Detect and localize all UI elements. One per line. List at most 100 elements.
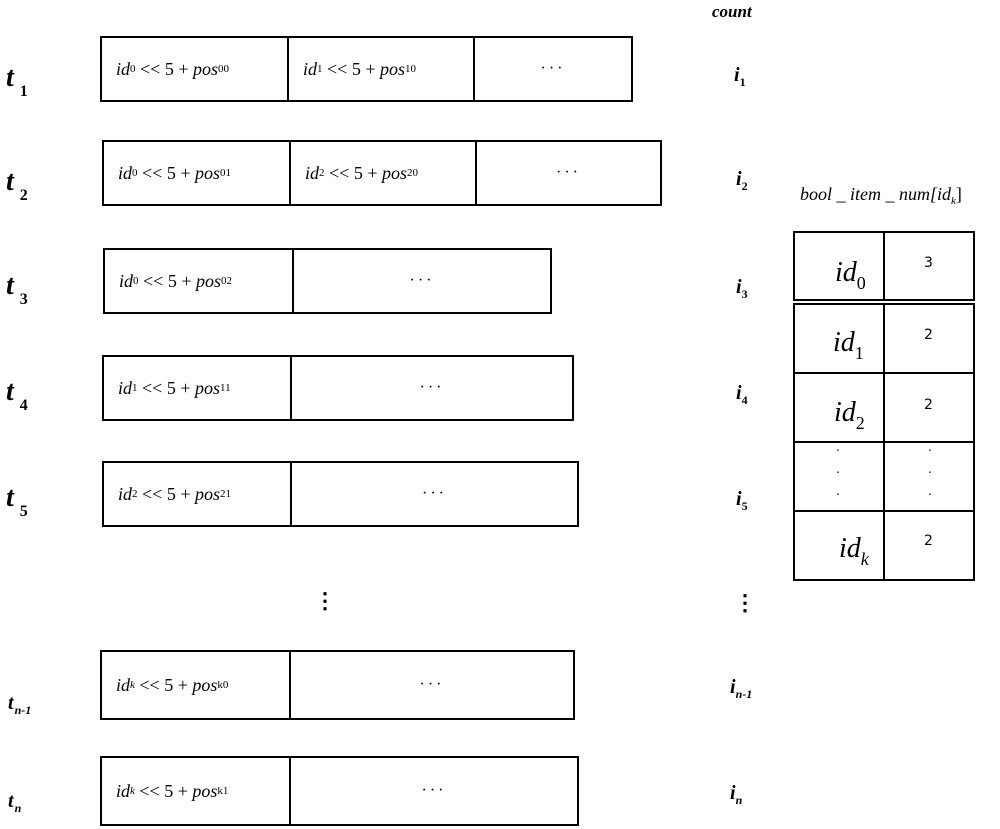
ellipsis-cell: ···: [422, 485, 447, 502]
table-value-idk: 2: [924, 533, 933, 549]
t-subscript: 4: [19, 397, 28, 414]
shift-op: << 5 +: [139, 674, 188, 695]
t-symbol: t: [6, 166, 14, 197]
table-row-divider: [793, 372, 975, 374]
id-subscript: 1: [854, 343, 864, 363]
pos-subscript: 00: [218, 63, 229, 75]
t-subscript: n-1: [14, 703, 32, 717]
row-label-tn: tn: [8, 790, 21, 816]
row-label-t5: t5: [6, 482, 28, 521]
i-subscript: 2: [741, 179, 748, 193]
id-symbol: id: [119, 270, 134, 291]
count-label-i3: i3: [736, 276, 748, 302]
encoded-item-cell: id 0 << 5 + pos 02: [105, 250, 294, 312]
table-title: bool _ item _ num[idk]: [800, 184, 962, 207]
pos-subscript: 11: [220, 382, 231, 394]
id-subscript: k: [130, 785, 135, 797]
id-symbol: id: [835, 257, 857, 288]
count-label-i5: i5: [736, 488, 748, 514]
id-symbol: id: [303, 58, 318, 79]
shift-op: << 5 +: [142, 377, 191, 398]
id-subscript: 0: [132, 167, 138, 179]
ellipsis-cell: ···: [421, 782, 447, 799]
table-value-id2: 2: [924, 397, 933, 413]
pos-symbol: pos: [192, 674, 218, 695]
pos-symbol: pos: [192, 58, 218, 79]
id-symbol: id: [118, 377, 133, 398]
t-symbol: t: [6, 376, 14, 407]
count-label-i4: i4: [736, 382, 748, 408]
encoded-item-cell: id 1 << 5 + pos 10: [289, 38, 475, 100]
t-subscript: 2: [19, 187, 28, 204]
t-symbol: t: [6, 270, 14, 301]
tuple-row-n-1: id k << 5 + pos k0 ···: [100, 650, 575, 720]
pos-symbol: pos: [195, 270, 221, 291]
table-key-idk: idk: [839, 533, 869, 570]
row-label-t4: t4: [6, 376, 28, 415]
encoded-item-cell: id 1 << 5 + pos 11: [104, 357, 292, 419]
ellipsis-cell: ···: [540, 60, 566, 77]
tuple-row-3: id 0 << 5 + pos 02 ···: [103, 248, 552, 314]
id-subscript: 2: [855, 413, 865, 433]
tuple-row-4: id 1 << 5 + pos 11 ···: [102, 355, 574, 421]
encoded-item-cell: id 2 << 5 + pos 20: [291, 142, 477, 204]
count-label-in: in: [730, 782, 742, 808]
table-value-ellipsis: · · ·: [927, 444, 933, 503]
row-label-tn-1: tn-1: [8, 692, 31, 718]
pos-subscript: 10: [405, 63, 416, 75]
count-header: count: [712, 2, 752, 21]
pos-symbol: pos: [381, 162, 407, 183]
id-subscript: 0: [130, 63, 136, 75]
encoded-item-cell: id k << 5 + pos k1: [102, 758, 291, 824]
encoded-item-cell: id 2 << 5 + pos 21: [104, 463, 292, 525]
row-label-t1: t1: [6, 62, 28, 101]
count-label-i2: i2: [736, 168, 748, 194]
t-symbol: t: [6, 482, 14, 513]
shift-op: << 5 +: [139, 780, 188, 801]
id-subscript: k: [860, 549, 869, 569]
pos-symbol: pos: [379, 58, 405, 79]
id-subscript: 1: [317, 63, 323, 75]
pos-subscript: 02: [221, 275, 232, 287]
id-subscript: k: [130, 679, 135, 691]
tuple-row-n: id k << 5 + pos k1 ···: [100, 756, 579, 826]
pos-subscript: k1: [217, 785, 229, 797]
id-symbol: id: [839, 533, 861, 564]
id-symbol: id: [833, 327, 855, 358]
pos-symbol: pos: [192, 780, 218, 801]
pos-subscript: k0: [217, 679, 229, 691]
ellipsis-cell: ···: [419, 676, 445, 693]
t-subscript: 5: [19, 503, 28, 520]
pos-symbol: pos: [194, 377, 220, 398]
encoded-item-cell: id k << 5 + pos k0: [102, 652, 291, 718]
table-key-id0: id0: [835, 257, 866, 294]
pos-subscript: 21: [220, 488, 231, 500]
ellipsis-cell: ···: [556, 164, 581, 181]
pos-subscript: 20: [407, 167, 418, 179]
encoded-item-cell: id 0 << 5 + pos 01: [104, 142, 291, 204]
pos-symbol: pos: [194, 162, 220, 183]
table-key-id1: id1: [833, 327, 864, 364]
table-title-close: ]: [955, 184, 962, 204]
tuple-row-5: id 2 << 5 + pos 21 ···: [102, 461, 579, 527]
id-symbol: id: [116, 58, 131, 79]
id-subscript: 2: [132, 488, 138, 500]
i-subscript: 4: [741, 393, 748, 407]
t-subscript: 3: [19, 291, 28, 308]
encoded-item-cell: id 0 << 5 + pos 00: [102, 38, 289, 100]
shift-op: << 5 +: [142, 483, 191, 504]
i-subscript: 3: [741, 287, 748, 301]
tuple-row-2: id 0 << 5 + pos 01 id 2 << 5 + pos 20 ···: [102, 140, 662, 206]
id-symbol: id: [116, 674, 131, 695]
id-subscript: 2: [319, 167, 325, 179]
table-key-id2: id2: [834, 397, 865, 434]
table-key-ellipsis: · · ·: [835, 444, 841, 503]
i-subscript: 1: [739, 75, 746, 89]
table-value-id1: 2: [924, 327, 933, 343]
tuple-row-1: id 0 << 5 + pos 00 id 1 << 5 + pos 10 ···: [100, 36, 633, 102]
t-symbol: t: [8, 790, 14, 812]
shift-op: << 5 +: [142, 162, 191, 183]
table-title-text: bool _ item _ num[id: [800, 184, 951, 204]
pos-symbol: pos: [194, 483, 220, 504]
ellipsis-cell: ···: [409, 272, 435, 289]
